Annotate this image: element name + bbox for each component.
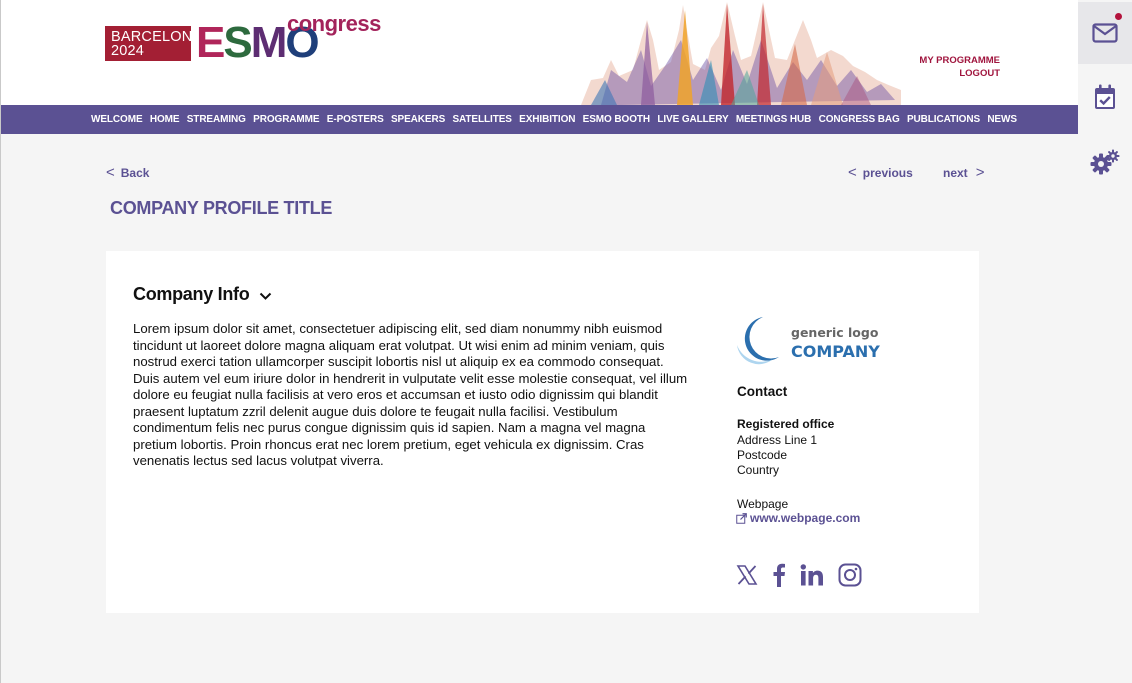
main-nav-list: WELCOME HOME STREAMING PROGRAMME E-POSTE… [1,105,1079,134]
nav-e-posters[interactable]: E-POSTERS [327,114,384,125]
logo-year: 2024 [111,43,145,59]
main-nav: WELCOME HOME STREAMING PROGRAMME E-POSTE… [1,105,1079,134]
user-links: MY PROGRAMME LOGOUT [919,54,1000,80]
logo-letter-e: E [196,18,225,67]
previous-button[interactable]: < previous [848,164,913,181]
address-line-1: Address Line 1 [737,433,818,447]
chevron-left-icon: < [106,164,115,181]
my-programme-link[interactable]: MY PROGRAMME [919,54,1000,67]
linkedin-icon[interactable] [800,564,824,586]
contact-title: Contact [737,384,788,399]
logo-city: BARCELONA [111,29,203,45]
nav-meetings-hub[interactable]: MEETINGS HUB [736,114,812,125]
site-header: BARCELONA 2024 ESMO congress MY PROGRAMM… [1,0,1079,105]
company-info-toggle[interactable]: Company Info [133,284,272,305]
company-logo: generic logo COMPANY [733,311,889,371]
company-logo-line2: COMPANY [791,342,880,361]
nav-news[interactable]: NEWS [987,114,1017,125]
chevron-down-icon [260,292,272,300]
right-action-rail [1078,0,1132,683]
next-label: next [943,165,968,180]
logo-letter-s: S [223,18,252,67]
back-label: Back [120,165,150,180]
social-links [736,563,876,587]
back-button[interactable]: < Back [106,164,149,181]
nav-congress-bag[interactable]: CONGRESS BAG [819,114,900,125]
company-logo-line1: generic logo [791,325,879,340]
logout-link[interactable]: LOGOUT [919,67,1000,80]
webpage-url: www.webpage.com [750,511,861,525]
nav-satellites[interactable]: SATELLITES [452,114,511,125]
nav-publications[interactable]: PUBLICATIONS [907,114,980,125]
next-button[interactable]: next > [943,164,984,181]
company-logo-mark: generic logo COMPANY [737,317,880,365]
mail-icon [1092,23,1118,43]
webpage-link[interactable]: www.webpage.com [736,511,860,525]
nav-home[interactable]: HOME [150,114,180,125]
nav-programme[interactable]: PROGRAMME [253,114,319,125]
address-country: Country [737,463,780,477]
barcelona-skyline-illustration [581,2,901,105]
nav-esmo-booth[interactable]: ESMO BOOTH [583,114,650,125]
company-profile-card: Company Info Lorem ipsum dolor sit amet,… [106,251,979,613]
instagram-icon[interactable] [838,563,862,587]
company-info-heading: Company Info [133,284,250,304]
settings-button[interactable] [1078,131,1132,193]
external-link-icon [736,512,747,524]
nav-speakers[interactable]: SPEAKERS [391,114,445,125]
mail-button[interactable] [1078,2,1132,64]
company-description: Lorem ipsum dolor sit amet, consectetuer… [133,321,688,468]
logo-letter-m: M [250,18,288,67]
my-calendar-button[interactable] [1078,66,1132,128]
chevron-right-icon: > [975,164,985,181]
chevron-left-icon: < [848,164,857,181]
registered-office-title: Registered office [737,417,835,431]
nav-live-gallery[interactable]: LIVE GALLERY [657,114,728,125]
webpage-label: Webpage [737,497,789,511]
x-icon[interactable] [736,564,758,586]
logo-city-block: BARCELONA 2024 [105,26,203,61]
nav-exhibition[interactable]: EXHIBITION [519,114,575,125]
notification-dot [1115,13,1122,20]
settings-gears-icon [1090,149,1120,175]
nav-welcome[interactable]: WELCOME [91,114,143,125]
previous-label: previous [862,165,913,180]
address-postcode: Postcode [737,448,788,462]
app-frame: BARCELONA 2024 ESMO congress MY PROGRAMM… [0,0,1079,683]
calendar-check-icon [1095,84,1115,109]
facebook-icon[interactable] [772,563,786,587]
logo-congress: congress [287,11,381,36]
nav-streaming[interactable]: STREAMING [187,114,246,125]
page-title: COMPANY PROFILE TITLE [110,198,333,218]
